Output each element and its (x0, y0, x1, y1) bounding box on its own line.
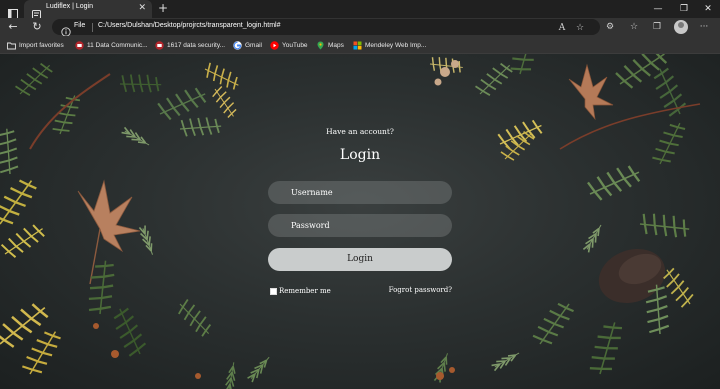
bookmarks-bar: Import favorites 11 Data Communic... 161… (0, 36, 720, 54)
google-icon (233, 40, 242, 50)
bookmark-label: 11 Data Communic... (87, 41, 148, 49)
tab-actions-icon[interactable] (8, 4, 18, 19)
bookmark-label: Import favorites (19, 41, 64, 49)
bookmark-data-security[interactable]: 1617 data security... (155, 39, 225, 51)
minimize-button[interactable]: — (644, 0, 672, 18)
site-icon (75, 40, 84, 50)
favorites-icon[interactable]: ☆ (628, 21, 640, 33)
folder-icon (7, 41, 16, 50)
profile-icon[interactable] (674, 20, 688, 34)
bookmark-label: 1617 data security... (167, 41, 226, 49)
page-favicon-icon (32, 4, 41, 19)
bookmark-data-communication[interactable]: 11 Data Communic... (75, 39, 148, 51)
bookmark-gmail[interactable]: Gmail (233, 39, 262, 51)
tab-close-icon[interactable]: ✕ (138, 3, 146, 13)
address-bar[interactable]: File C:/Users/Dulshan/Desktop/projrcts/t… (52, 19, 600, 37)
refresh-button[interactable]: ↻ (30, 20, 44, 34)
bookmark-label: Gmail (245, 41, 262, 49)
bookmark-import-favorites[interactable]: Import favorites (7, 39, 64, 51)
maps-icon (316, 41, 325, 50)
tab-title: Ludiflex | Login (46, 3, 93, 10)
login-form: Have an account? Login Login Remember me… (0, 54, 720, 389)
login-button[interactable]: Login (268, 248, 452, 271)
remember-me-label: Remember me (279, 287, 331, 295)
address-toolbar: ← ↻ File C:/Users/Dulshan/Desktop/projrc… (0, 18, 720, 37)
password-input[interactable] (268, 214, 452, 237)
bookmark-maps[interactable]: Maps (316, 39, 344, 51)
forgot-password-link[interactable]: Fogrot password? (352, 286, 452, 294)
collections-icon[interactable]: ❐ (651, 21, 663, 33)
bookmark-label: Maps (328, 41, 344, 49)
add-favorite-icon[interactable]: ☆ (574, 22, 586, 34)
microsoft-icon (353, 41, 362, 50)
login-heading: Login (339, 147, 381, 163)
read-aloud-icon[interactable]: A (556, 22, 568, 34)
bookmark-label: YouTube (282, 41, 308, 49)
bookmark-label: Mendeley Web Imp... (365, 41, 427, 49)
site-icon (155, 40, 164, 50)
page-viewport: Have an account? Login Login Remember me… (0, 54, 720, 389)
close-window-button[interactable]: ✕ (694, 0, 720, 18)
site-info-icon[interactable] (61, 22, 71, 37)
bookmark-youtube[interactable]: YouTube (270, 39, 308, 51)
username-input[interactable] (268, 181, 452, 204)
new-tab-button[interactable]: + (156, 1, 170, 15)
url-divider (92, 23, 93, 32)
bookmark-mendeley[interactable]: Mendeley Web Imp... (353, 39, 426, 51)
browser-titlebar: Ludiflex | Login ✕ + — ❐ ✕ (0, 0, 720, 19)
url-text[interactable]: C:/Users/Dulshan/Desktop/projrcts/transp… (98, 22, 280, 29)
youtube-icon (270, 40, 279, 50)
have-account-text: Have an account? (326, 127, 394, 136)
more-icon[interactable]: ··· (698, 21, 710, 33)
remember-me-control[interactable]: Remember me (270, 286, 331, 296)
back-button[interactable]: ← (6, 20, 20, 34)
extensions-icon[interactable]: ⚙ (604, 21, 616, 33)
url-scheme-label: File (74, 22, 86, 29)
browser-tab-active[interactable]: Ludiflex | Login ✕ (24, 0, 152, 19)
remember-me-checkbox[interactable] (270, 287, 277, 295)
